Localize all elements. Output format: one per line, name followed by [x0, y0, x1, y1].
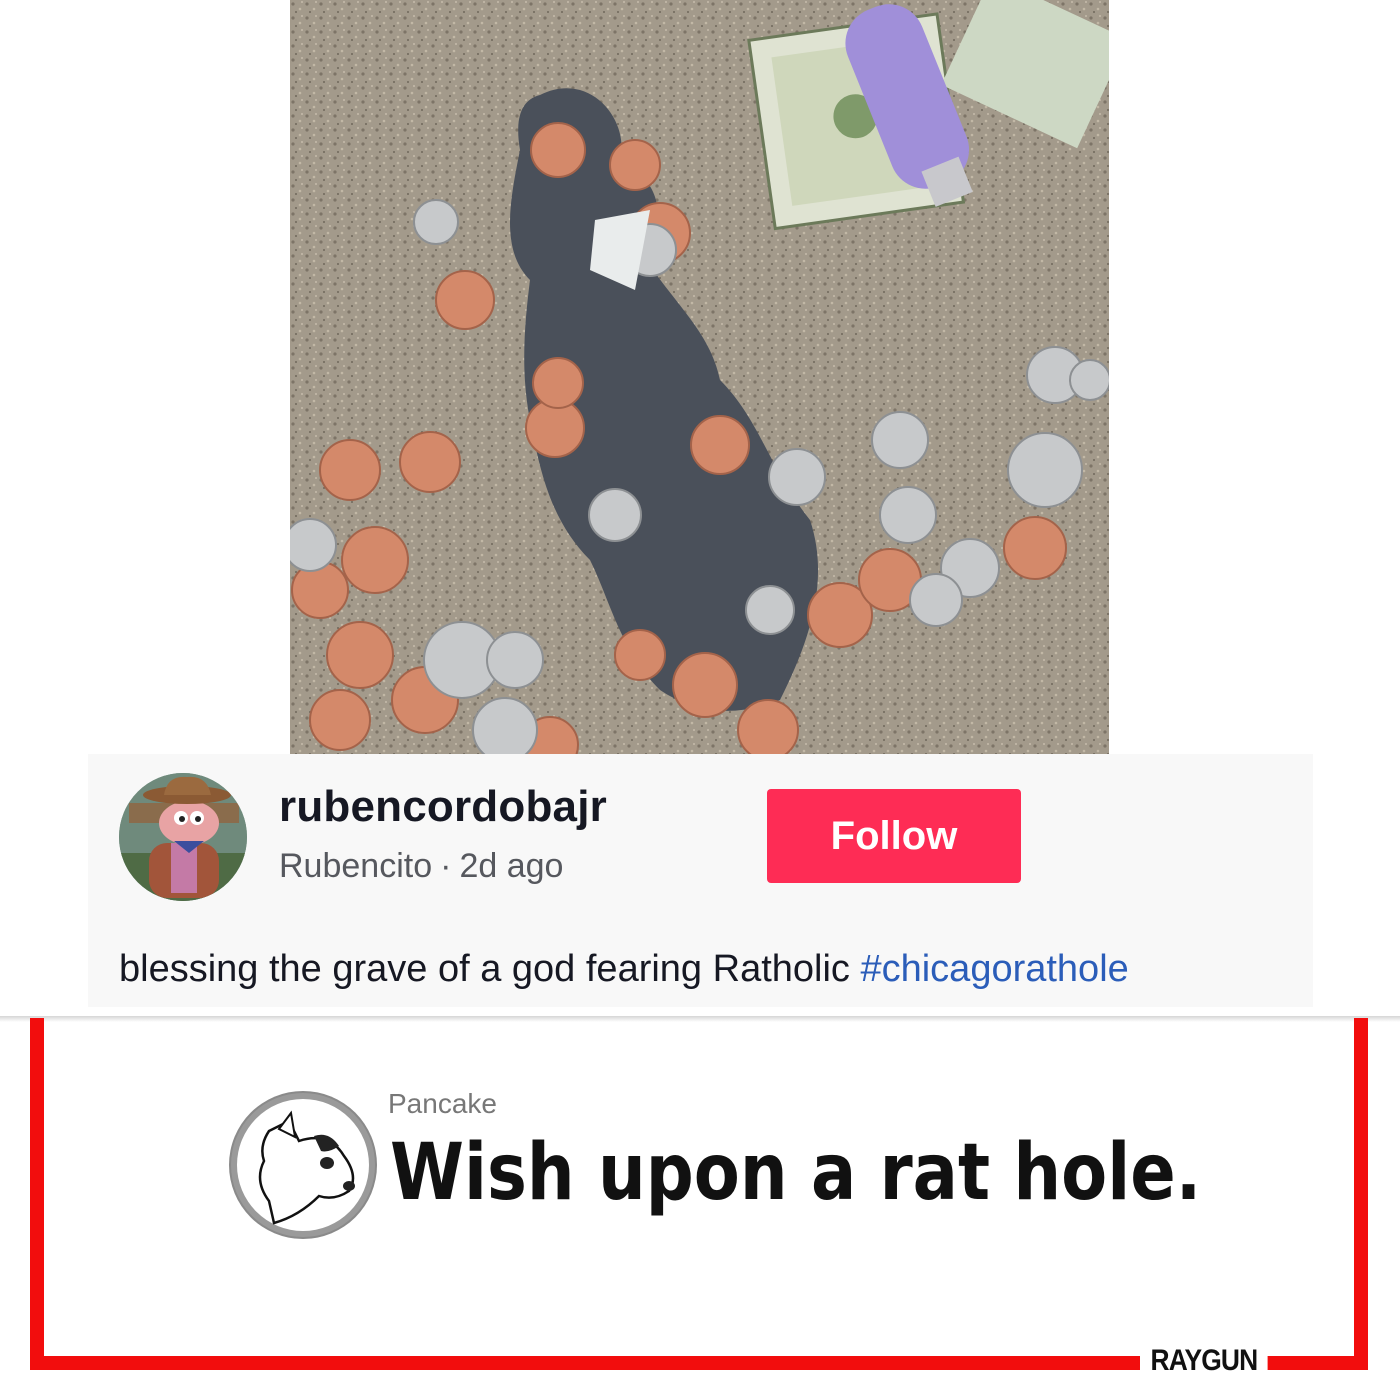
meta-separator: ·	[440, 847, 452, 885]
post-caption: blessing the grave of a god fearing Rath…	[119, 948, 1129, 991]
caption-hashtag-link[interactable]: #chicagorathole	[860, 948, 1128, 990]
post-meta: Rubencito · 2d ago	[279, 847, 563, 886]
post-time: 2d ago	[459, 847, 564, 885]
brand-logo: RAYGUN	[1140, 1341, 1268, 1381]
comment-author: Pancake	[388, 1088, 497, 1119]
display-name: Rubencito	[279, 847, 433, 885]
cowboy-avatar-icon	[119, 773, 247, 901]
user-avatar[interactable]	[119, 773, 247, 901]
username[interactable]: rubencordobajr	[279, 782, 607, 832]
comment-text: Wish upon a rat hole.	[390, 1128, 1202, 1218]
caption-text: blessing the grave of a god fearing Rath…	[119, 948, 861, 990]
post-photo	[290, 0, 1109, 754]
coins-puddle-photo	[290, 0, 1109, 754]
comment-author-avatar	[229, 1091, 377, 1239]
post-card: rubencordobajr Rubencito · 2d ago Follow b…	[88, 754, 1313, 1007]
dog-icon	[231, 1093, 375, 1237]
follow-button[interactable]: Follow	[767, 789, 1021, 883]
